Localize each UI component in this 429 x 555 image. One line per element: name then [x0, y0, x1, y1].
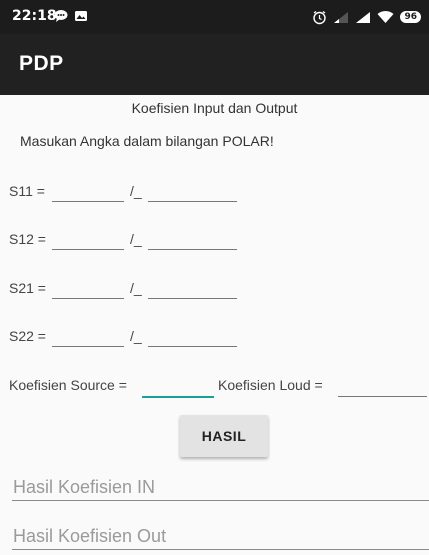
chat-bubble-icon	[54, 10, 68, 22]
status-bar: 22:18 96	[0, 0, 429, 34]
result-out-underline	[12, 549, 429, 550]
s12-angle-symbol: /_	[130, 231, 142, 247]
s11-angle-symbol: /_	[130, 183, 142, 199]
s11-magnitude-underline	[52, 201, 124, 202]
s21-label: S21 =	[9, 280, 46, 296]
hasil-button[interactable]: HASIL	[180, 415, 268, 457]
app-title: PDP	[19, 52, 64, 75]
load-coef-underline	[338, 396, 427, 397]
s21-magnitude-underline	[52, 298, 124, 299]
s21-angle-underline	[148, 298, 237, 299]
s22-angle-symbol: /_	[130, 328, 142, 344]
s22-angle-underline	[148, 346, 237, 347]
s12-label: S12 =	[9, 231, 46, 247]
load-coef-label: Koefisien Loud =	[218, 377, 323, 393]
signal-icon	[356, 11, 371, 23]
result-in-underline	[12, 500, 429, 501]
s12-magnitude-underline	[52, 249, 124, 250]
s12-angle-underline	[148, 249, 237, 250]
alarm-icon	[313, 10, 327, 24]
result-in-field[interactable]: Hasil Koefisien IN	[13, 477, 155, 498]
instruction-text: Masukan Angka dalam bilangan POLAR!	[20, 133, 274, 149]
source-coef-label: Koefisien Source =	[9, 377, 127, 393]
s21-angle-symbol: /_	[130, 280, 142, 296]
s22-label: S22 =	[9, 328, 46, 344]
section-heading: Koefisien Input dan Output	[131, 100, 298, 116]
result-out-field[interactable]: Hasil Koefisien Out	[13, 526, 166, 547]
signal-icon	[334, 11, 349, 23]
status-time: 22:18	[12, 8, 57, 24]
app-bar: PDP	[0, 34, 429, 95]
battery-icon: 96	[400, 11, 421, 23]
s22-magnitude-underline	[52, 346, 124, 347]
wifi-icon	[377, 10, 394, 23]
gallery-icon	[75, 11, 87, 21]
s11-angle-underline	[148, 201, 237, 202]
s11-label: S11 =	[9, 183, 45, 199]
source-coef-underline	[142, 396, 214, 398]
